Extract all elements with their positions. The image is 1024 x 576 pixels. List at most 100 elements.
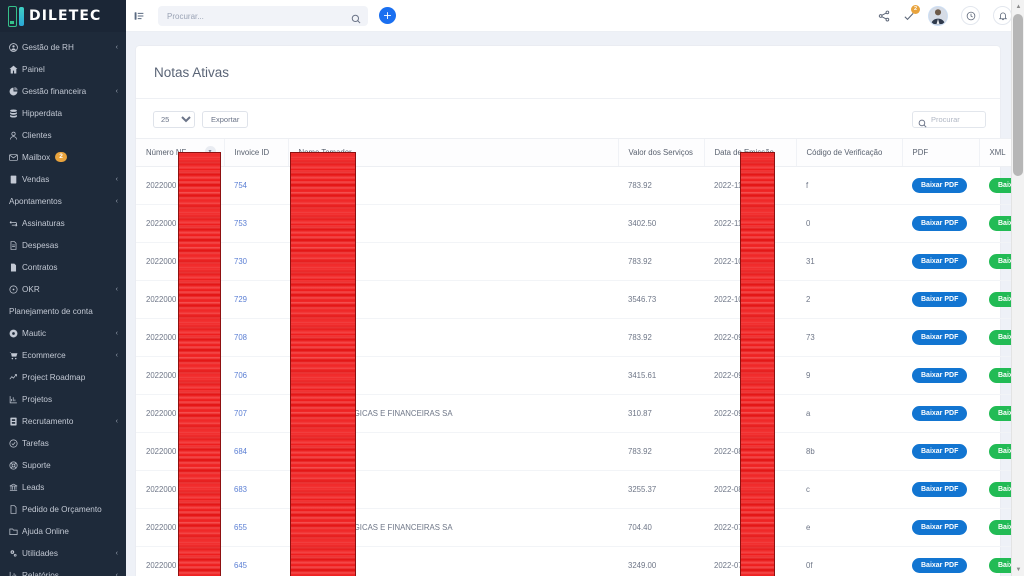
table-row: 2022000683TDA3255.372022-08-02cBaixar PD… — [136, 471, 1024, 509]
column-header-valor-dos-servicos[interactable]: Valor dos Serviços — [618, 139, 704, 167]
sidebar-item-mautic[interactable]: Mautic ‹ — [0, 322, 126, 344]
cell-valor-dos-servicos: 310.87 — [618, 395, 704, 433]
cell-valor-dos-servicos: 704.40 — [618, 509, 704, 547]
cell-invoice-id[interactable]: 708 — [224, 319, 288, 357]
cell-numero-nf: 2022000 — [136, 433, 224, 471]
cell-invoice-id[interactable]: 645 — [224, 547, 288, 576]
table-row: 2022000753TDA3402.502022-11-010Baixar PD… — [136, 205, 1024, 243]
search-input[interactable] — [158, 6, 368, 26]
download-pdf-button[interactable]: Baixar PDF — [912, 558, 967, 573]
cell-invoice-id[interactable]: 730 — [224, 243, 288, 281]
sidebar-section-planejamento-de-conta[interactable]: Planejamento de conta — [0, 300, 126, 322]
cell-nome-tomador: TDA — [288, 205, 618, 243]
notas-ativas-card: Notas Ativas 25 Exportar — [136, 46, 1000, 576]
sidebar-item-label: Clientes — [22, 131, 114, 140]
sidebar-item-vendas[interactable]: Vendas ‹ — [0, 168, 126, 190]
scroll-up-icon[interactable]: ▲ — [1012, 0, 1024, 13]
cell-invoice-id[interactable]: 729 — [224, 281, 288, 319]
sidebar-item-ecommerce[interactable]: Ecommerce ‹ — [0, 344, 126, 366]
page-length-select[interactable]: 25 — [153, 111, 195, 128]
cell-invoice-id[interactable]: 754 — [224, 167, 288, 205]
sidebar-item-tarefas[interactable]: Tarefas — [0, 432, 126, 454]
download-pdf-button[interactable]: Baixar PDF — [912, 520, 967, 535]
scroll-down-icon[interactable]: ▼ — [1012, 563, 1024, 576]
sidebar-item-okr[interactable]: OKR ‹ — [0, 278, 126, 300]
sidebar-item-recrutamento[interactable]: Recrutamento ‹ — [0, 410, 126, 432]
sidebar-item-projetos[interactable]: Projetos — [0, 388, 126, 410]
check-icon[interactable]: 2 — [903, 10, 915, 22]
avatar[interactable] — [928, 6, 948, 26]
cell-pdf: Baixar PDF — [902, 433, 979, 471]
sidebar-item-clientes[interactable]: Clientes — [0, 124, 126, 146]
cell-invoice-id[interactable]: 655 — [224, 509, 288, 547]
sidebar-item-painel[interactable]: Painel — [0, 58, 126, 80]
cell-invoice-id[interactable]: 684 — [224, 433, 288, 471]
chevron-left-icon: ‹ — [116, 352, 118, 359]
column-header-nome-tomador[interactable]: Nome Tomador — [288, 139, 618, 167]
bell-icon[interactable] — [993, 6, 1012, 25]
share-icon[interactable] — [878, 10, 890, 22]
sidebar-section-label: Apontamentos — [9, 197, 112, 206]
sidebar-item-pedido-de-orcamento[interactable]: Pedido de Orçamento — [0, 498, 126, 520]
brand-logo[interactable]: DILETEC — [0, 0, 126, 32]
search-icon[interactable] — [918, 115, 927, 124]
cell-data-de-emissao: 2022-09-01 — [704, 395, 796, 433]
database-icon — [9, 109, 22, 118]
cell-nome-tomador: TDA — [288, 547, 618, 576]
sidebar-item-relatorios[interactable]: Relatórios ‹ — [0, 564, 126, 576]
cell-pdf: Baixar PDF — [902, 319, 979, 357]
cell-numero-nf: 2022000 — [136, 205, 224, 243]
table-row: 2022000754TDA783.922022-11-01fBaixar PDF… — [136, 167, 1024, 205]
add-button[interactable]: + — [379, 7, 396, 24]
download-pdf-button[interactable]: Baixar PDF — [912, 406, 967, 421]
sidebar-item-despesas[interactable]: Despesas — [0, 234, 126, 256]
table-row: 2022000645TDA3249.002022-07-010fBaixar P… — [136, 547, 1024, 576]
sidebar-section-apontamentos[interactable]: Apontamentos ‹ — [0, 190, 126, 212]
column-header-invoice-id[interactable]: Invoice ID — [224, 139, 288, 167]
download-pdf-button[interactable]: Baixar PDF — [912, 330, 967, 345]
hamburger-icon[interactable] — [134, 11, 148, 21]
download-pdf-button[interactable]: Baixar PDF — [912, 482, 967, 497]
sidebar-item-suporte[interactable]: Suporte — [0, 454, 126, 476]
cell-pdf: Baixar PDF — [902, 205, 979, 243]
sidebar-item-hipperdata[interactable]: Hipperdata — [0, 102, 126, 124]
clock-icon[interactable] — [961, 6, 980, 25]
cell-invoice-id[interactable]: 706 — [224, 357, 288, 395]
download-pdf-button[interactable]: Baixar PDF — [912, 292, 967, 307]
sidebar-item-project-roadmap[interactable]: Project Roadmap — [0, 366, 126, 388]
export-button[interactable]: Exportar — [202, 111, 248, 128]
page-scrollbar[interactable]: ▲ ▼ — [1011, 0, 1024, 576]
cell-invoice-id[interactable]: 707 — [224, 395, 288, 433]
scrollbar-thumb[interactable] — [1013, 14, 1023, 176]
download-pdf-button[interactable]: Baixar PDF — [912, 444, 967, 459]
cell-pdf: Baixar PDF — [902, 281, 979, 319]
sidebar-item-assinaturas[interactable]: Assinaturas — [0, 212, 126, 234]
table-search-input[interactable] — [931, 115, 977, 124]
lifebuoy-icon — [9, 461, 22, 470]
download-pdf-button[interactable]: Baixar PDF — [912, 178, 967, 193]
chevron-down-icon[interactable]: ▾ — [205, 146, 216, 157]
table-row: 2022000684TDA783.922022-08-028bBaixar PD… — [136, 433, 1024, 471]
sidebar-item-mailbox[interactable]: Mailbox 2 — [0, 146, 126, 168]
column-header-pdf[interactable]: PDF — [902, 139, 979, 167]
search-icon[interactable] — [351, 11, 361, 21]
download-pdf-button[interactable]: Baixar PDF — [912, 254, 967, 269]
pie-chart-icon — [9, 87, 22, 96]
cell-pdf: Baixar PDF — [902, 357, 979, 395]
cell-invoice-id[interactable]: 683 — [224, 471, 288, 509]
download-pdf-button[interactable]: Baixar PDF — [912, 368, 967, 383]
column-header-data-de-emissao[interactable]: Data de Emissão — [704, 139, 796, 167]
cell-invoice-id[interactable]: 753 — [224, 205, 288, 243]
sidebar-item-utilidades[interactable]: Utilidades ‹ — [0, 542, 126, 564]
sidebar-item-leads[interactable]: Leads — [0, 476, 126, 498]
cell-codigo-de-verificacao: 9 — [796, 357, 902, 395]
sidebar-item-gestao-financeira[interactable]: Gestão financeira ‹ — [0, 80, 126, 102]
cell-codigo-de-verificacao: 0f — [796, 547, 902, 576]
download-pdf-button[interactable]: Baixar PDF — [912, 216, 967, 231]
column-header-numero-nf[interactable]: Número NF ▾ — [136, 139, 224, 167]
sidebar-item-gestao-de-rh[interactable]: Gestão de RH ‹ — [0, 36, 126, 58]
sidebar-item-contratos[interactable]: Contratos — [0, 256, 126, 278]
cart-icon — [9, 351, 22, 360]
sidebar-item-ajuda-online[interactable]: Ajuda Online — [0, 520, 126, 542]
column-header-codigo-de-verificacao[interactable]: Código de Verificação — [796, 139, 902, 167]
